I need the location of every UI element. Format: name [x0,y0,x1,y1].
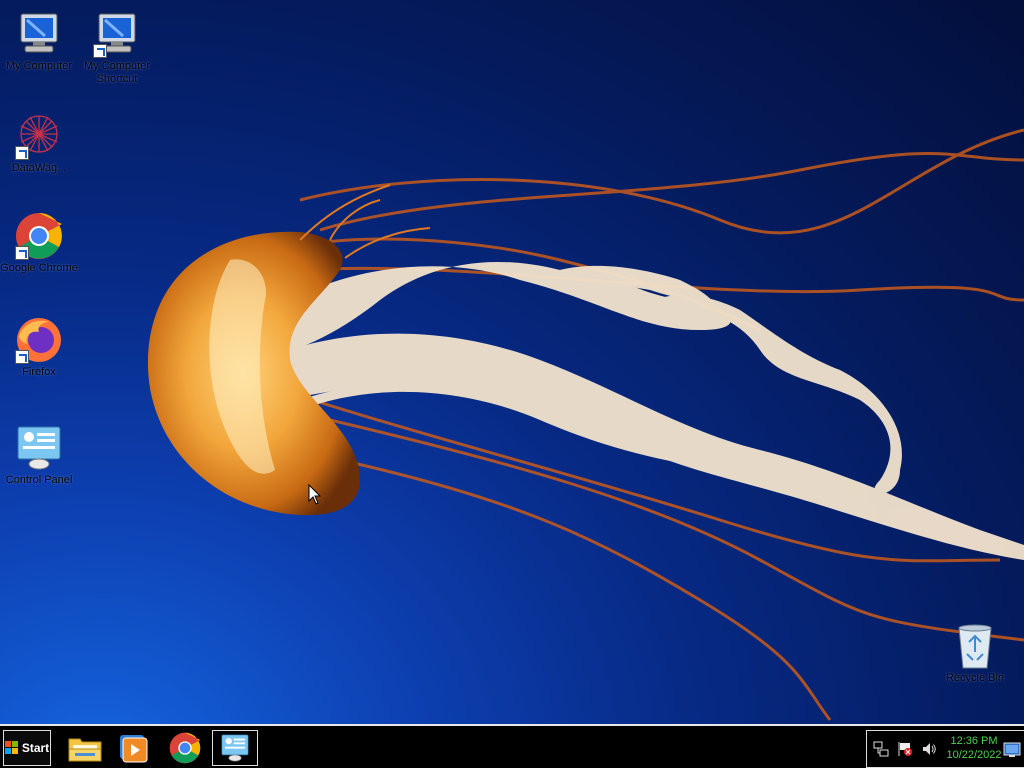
taskbar: Start 12:36 PM 10/22/2022 [0,724,1024,768]
shortcut-arrow-icon [15,350,29,364]
chrome-icon [169,732,201,764]
clock[interactable]: 12:36 PM 10/22/2022 [945,734,1003,762]
firefox-icon [15,316,63,364]
desktop-icon-google-chrome[interactable]: Google Chrome [0,212,78,275]
control-panel-icon [15,424,63,472]
desktop-icon-my-computer[interactable]: My Computer [0,10,78,73]
show-desktop-icon[interactable] [1003,742,1021,758]
volume-icon[interactable] [921,741,937,757]
clock-date: 10/22/2022 [946,749,1002,761]
start-label: Start [21,741,50,755]
desktop-icon-control-panel[interactable]: Control Panel [0,424,78,487]
chrome-icon [15,212,63,260]
shortcut-arrow-icon [93,44,107,58]
desktop-icon-label: Firefox [22,366,56,378]
shortcut-arrow-icon [15,246,29,260]
computer-icon [93,10,141,58]
media-player-icon [120,735,148,763]
start-button[interactable]: Start [3,730,51,766]
recycle-bin-icon [951,622,999,670]
desktop-wallpaper [147,128,1024,721]
desktop-icon-my-computer-shortcut[interactable]: My Computer Shortcut [78,10,156,86]
control-panel-icon [221,734,249,762]
mouse-cursor-icon [308,484,322,505]
action-center-flag-icon[interactable] [897,741,913,757]
desktop-icon-label: Google Chrome [0,262,78,274]
desktop-icon-label: Control Panel [5,474,73,486]
taskbar-file-explorer-button[interactable] [62,730,108,766]
datawag-logo-icon [15,112,63,160]
taskbar-media-player-button[interactable] [110,730,156,766]
taskbar-chrome-button[interactable] [162,730,208,766]
system-tray: 12:36 PM 10/22/2022 [866,730,1024,768]
desktop-icon-firefox[interactable]: Firefox [0,316,78,379]
clock-time: 12:36 PM [950,735,998,747]
folder-icon [68,738,102,762]
shortcut-arrow-icon [15,146,29,160]
windows-logo-icon [4,741,18,754]
desktop-icon-recycle-bin[interactable]: Recycle Bin [936,622,1014,685]
desktop-icon-label: My Computer [5,60,73,72]
desktop-icon-datawag[interactable]: DataWag... [0,112,78,175]
computer-icon [15,10,63,58]
desktop-icon-label: Recycle Bin [945,672,1005,684]
taskbar-control-panel-button[interactable] [212,730,258,766]
desktop-icon-label: DataWag... [11,162,67,174]
desktop-icon-label: My Computer Shortcut [83,60,151,85]
network-icon[interactable] [873,741,889,757]
